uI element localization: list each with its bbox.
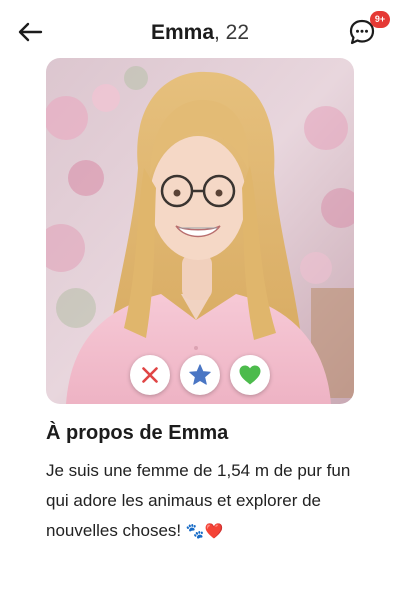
superlike-button[interactable] <box>180 355 220 395</box>
notification-badge[interactable]: 9+ <box>370 11 390 28</box>
profile-name: Emma <box>150 21 214 44</box>
top-bar: Emma, 22 9+ <box>0 0 400 64</box>
action-buttons <box>0 355 400 395</box>
about-bio: Je suis une femme de 1,54 m de pur fun q… <box>46 456 366 547</box>
bio-emojis: 🐾❤️ <box>185 523 224 540</box>
dislike-button[interactable] <box>130 355 170 395</box>
profile-title: Emma, 22 <box>0 20 400 46</box>
star-icon <box>189 364 211 385</box>
x-icon <box>142 367 158 383</box>
profile-age: , 22 <box>214 21 250 44</box>
like-button[interactable] <box>230 355 270 395</box>
heart-icon <box>239 365 261 385</box>
about-heading: À propos de Emma <box>46 422 229 444</box>
profile-photo[interactable] <box>46 58 354 404</box>
